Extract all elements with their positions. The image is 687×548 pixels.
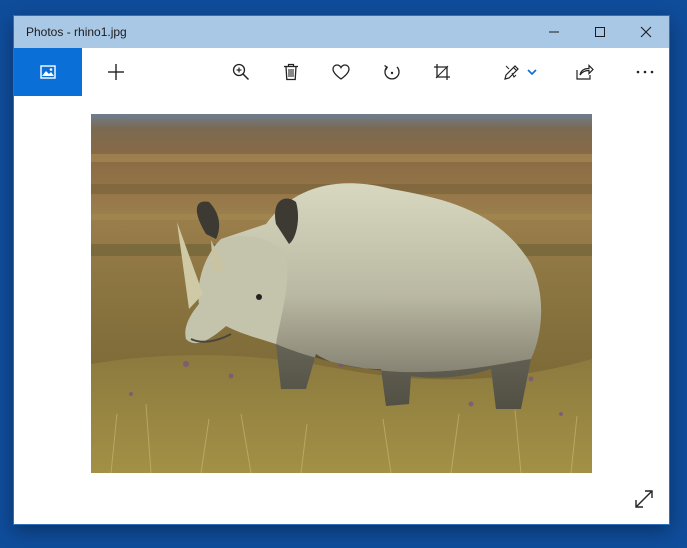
image-icon [40,65,56,79]
pen-icon [504,65,519,80]
more-icon [636,70,654,74]
zoom-button[interactable] [219,48,263,96]
rotate-icon [384,64,400,80]
heart-icon [332,64,350,80]
maximize-icon [595,27,605,37]
maximize-button[interactable] [577,16,623,48]
delete-button[interactable] [269,48,313,96]
favorite-button[interactable] [319,48,363,96]
share-icon [576,64,594,80]
more-button[interactable] [623,48,667,96]
crop-icon [434,64,450,80]
minimize-icon [549,31,559,33]
close-icon [640,26,652,38]
expand-icon [635,490,653,508]
rotate-button[interactable] [370,48,414,96]
window-controls [531,16,669,48]
zoom-in-icon [232,63,250,81]
title-bar[interactable]: Photos - rhino1.jpg [14,16,669,48]
crop-button[interactable] [420,48,464,96]
photo-view[interactable] [91,114,592,473]
plus-icon [108,64,124,80]
share-button[interactable] [563,48,607,96]
rhino-photo [91,114,592,473]
add-button[interactable] [94,48,138,96]
app-toolbar [14,48,669,96]
chevron-down-icon [527,69,537,75]
close-button[interactable] [623,16,669,48]
minimize-button[interactable] [531,16,577,48]
edit-create-button[interactable] [492,48,548,96]
full-screen-button[interactable] [629,484,659,514]
photos-window: Photos - rhino1.jpg [14,16,669,524]
collection-button[interactable] [14,48,82,96]
trash-icon [284,63,298,81]
window-title: Photos - rhino1.jpg [26,25,127,39]
